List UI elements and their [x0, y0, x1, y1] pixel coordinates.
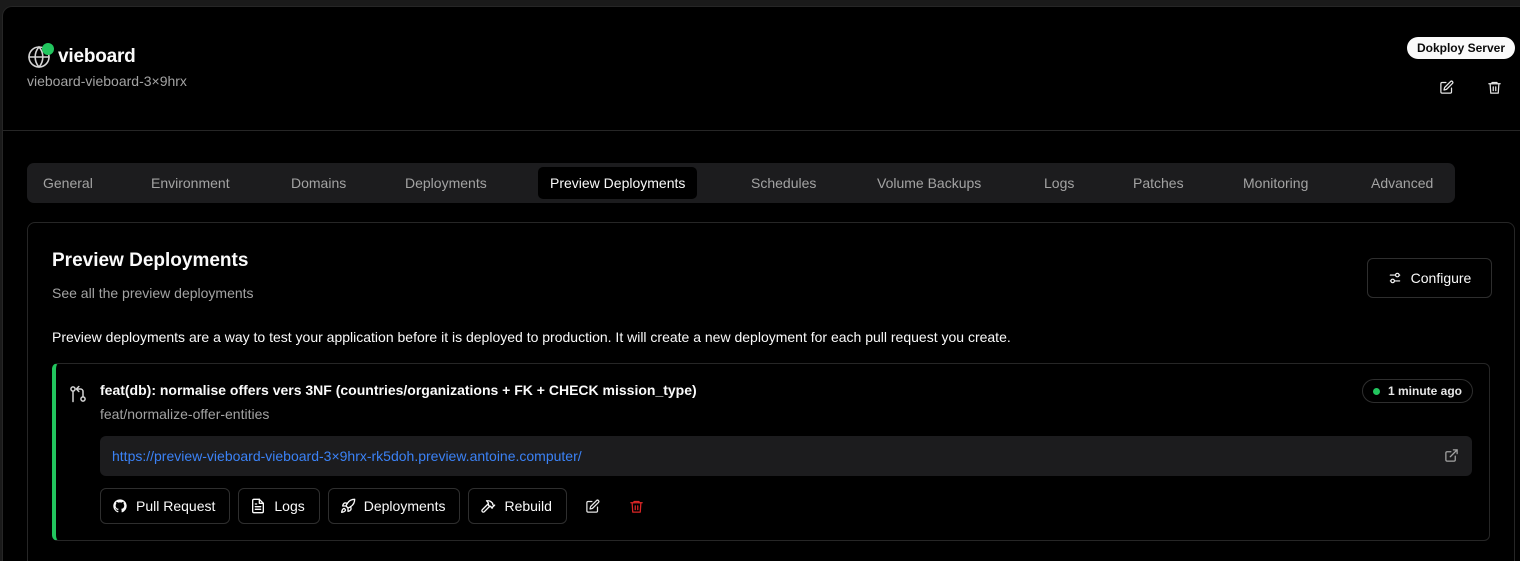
branch-name: feat/normalize-offer-entities [100, 406, 270, 422]
preview-url-bar: https://preview-vieboard-vieboard-3×9hrx… [100, 436, 1472, 476]
tab-logs[interactable]: Logs [1032, 167, 1086, 199]
app-title-row: vieboard [27, 43, 136, 69]
tab-patches[interactable]: Patches [1121, 167, 1196, 199]
deployments-button[interactable]: Deployments [327, 488, 461, 524]
pull-request-title: feat(db): normalise offers vers 3NF (cou… [100, 382, 697, 398]
pull-request-label: Pull Request [136, 498, 216, 514]
card-title: Preview Deployments [52, 250, 249, 271]
external-link-icon[interactable] [1444, 448, 1460, 464]
preview-url-link[interactable]: https://preview-vieboard-vieboard-3×9hrx… [112, 448, 582, 464]
edit-icon [586, 499, 600, 513]
tab-bar: General Environment Domains Deployments … [27, 163, 1455, 203]
status-dot [1372, 387, 1380, 395]
server-badge: Dokploy Server [1406, 37, 1515, 59]
edit-icon [1439, 80, 1453, 94]
file-text-icon [252, 498, 265, 514]
preview-deployment-item: feat(db): normalise offers vers 3NF (cou… [52, 363, 1490, 541]
github-icon [113, 499, 127, 513]
app-frame: vieboard vieboard-vieboard-3×9hrx Dokplo… [2, 6, 1520, 561]
rebuild-button[interactable]: Rebuild [468, 488, 567, 524]
app-name: vieboard [58, 46, 136, 67]
trash-icon [630, 500, 644, 513]
tab-monitoring[interactable]: Monitoring [1231, 167, 1320, 199]
tab-volume-backups[interactable]: Volume Backups [865, 167, 993, 199]
app-slug: vieboard-vieboard-3×9hrx [27, 73, 187, 89]
deployments-label: Deployments [363, 498, 446, 514]
configure-label: Configure [1410, 270, 1472, 286]
preview-actions: Pull Request Logs Deployments Rebuild [100, 488, 655, 524]
sliders-icon [1389, 272, 1400, 284]
app-header: vieboard vieboard-vieboard-3×9hrx Dokplo… [3, 7, 1520, 131]
time-label: 1 minute ago [1387, 384, 1462, 398]
logs-label: Logs [274, 498, 305, 514]
tab-domains[interactable]: Domains [279, 167, 358, 199]
configure-button[interactable]: Configure [1367, 258, 1492, 298]
card-description: Preview deployments are a way to test yo… [52, 329, 1011, 345]
delete-app-button[interactable] [1484, 77, 1504, 97]
rebuild-label: Rebuild [504, 498, 552, 514]
tab-deployments[interactable]: Deployments [393, 167, 499, 199]
edit-preview-button[interactable] [575, 488, 611, 524]
rocket-icon [340, 498, 356, 513]
tab-environment[interactable]: Environment [139, 167, 242, 199]
time-badge: 1 minute ago [1361, 379, 1473, 403]
tab-general[interactable]: General [31, 167, 105, 199]
card-subtitle: See all the preview deployments [52, 285, 254, 301]
git-pull-request-icon [68, 384, 88, 404]
hammer-icon [481, 500, 496, 513]
trash-icon [1487, 81, 1501, 94]
logs-button[interactable]: Logs [238, 488, 320, 524]
pull-request-button[interactable]: Pull Request [100, 488, 231, 524]
status-dot [42, 43, 54, 55]
globe-icon [27, 43, 54, 69]
tab-schedules[interactable]: Schedules [739, 167, 828, 199]
edit-app-button[interactable] [1436, 77, 1456, 97]
tab-advanced[interactable]: Advanced [1359, 167, 1445, 199]
delete-preview-button[interactable] [619, 488, 655, 524]
tab-preview-deployments[interactable]: Preview Deployments [538, 167, 698, 199]
preview-deployments-card: Preview Deployments See all the preview … [27, 222, 1515, 561]
